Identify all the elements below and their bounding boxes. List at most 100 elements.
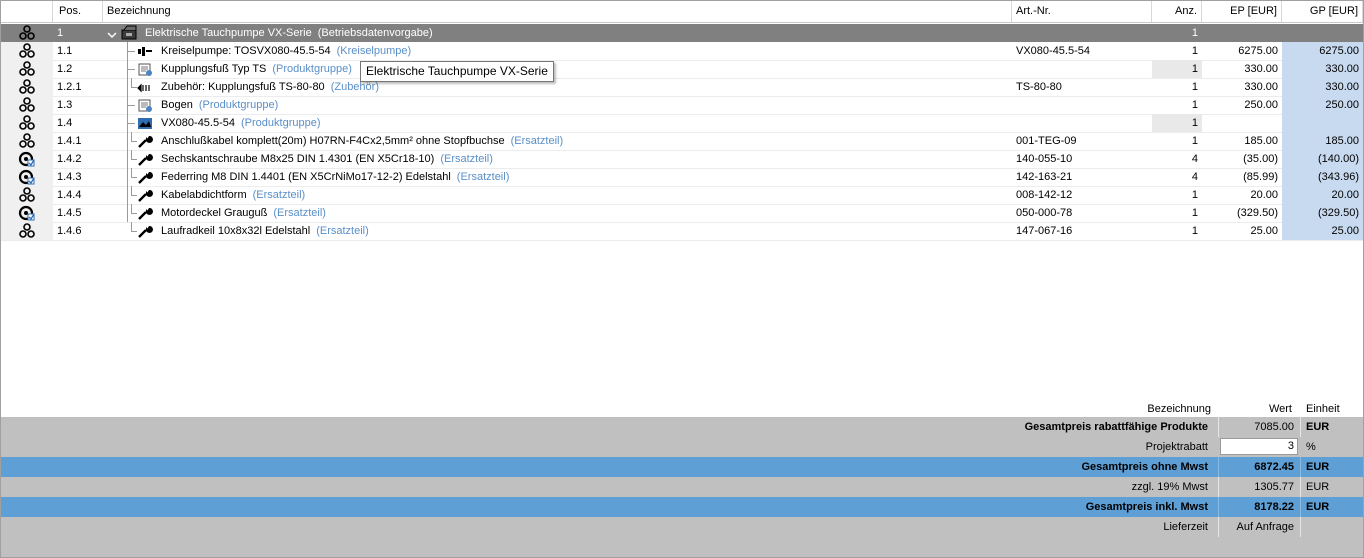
row-pos: 1.4.2 — [57, 153, 82, 165]
chain-icon — [1, 186, 53, 204]
row-anz[interactable]: 1 — [1152, 186, 1202, 204]
summary-label: Gesamtpreis rabattfähige Produkte — [1024, 421, 1208, 433]
row-gp — [1282, 114, 1363, 132]
table-row[interactable]: 1.4.1 Anschlußkabel komplett(20m) H07RN-F… — [1, 132, 1363, 151]
row-group[interactable]: (Ersatzteil) — [511, 135, 564, 147]
row-name: Kupplungsfuß Typ TS — [161, 63, 267, 75]
summary-header-wert: Wert — [1268, 403, 1292, 415]
summary-row-ohne-mwst: Gesamtpreis ohne Mwst 6872.45 EUR — [1, 457, 1363, 477]
header-anz[interactable]: Anz. — [1152, 1, 1202, 22]
row-ep: 250.00 — [1244, 99, 1278, 111]
row-artnr: 140-055-10 — [1016, 153, 1073, 165]
header-pos[interactable]: Pos. — [53, 1, 103, 22]
row-gp: 250.00 — [1282, 96, 1363, 114]
row-gp: 6275.00 — [1282, 42, 1363, 60]
row-pos: 1.1 — [57, 45, 73, 57]
summary-label: Gesamtpreis inkl. Mwst — [1085, 501, 1208, 513]
table-row[interactable]: 1.4.4 Kabelabdichtform (Ersatzteil) 008-142… — [1, 186, 1363, 205]
summary-row-rabattfaehig: Gesamtpreis rabattfähige Produkte 7085.0… — [1, 417, 1363, 437]
row-anz[interactable]: 1 — [1152, 60, 1202, 78]
checked-icon — [1, 168, 53, 186]
row-anz[interactable]: 4 — [1152, 150, 1202, 168]
wrench-icon — [137, 187, 153, 203]
table-row[interactable]: 1.2.1 Zubehör: Kupplungsfuß TS-80-80 (Zube… — [1, 78, 1363, 97]
row-pos: 1 — [57, 27, 64, 39]
row-ep: 185.00 — [1244, 135, 1278, 147]
row-group[interactable]: (Produktgruppe) — [199, 99, 279, 111]
table-row[interactable]: 1 Elektrische Tauchpumpe VX-Serie (Betrie… — [1, 24, 1363, 42]
table-row[interactable]: 1.4.2 Sechskantschraube M8x25 DIN 1.4301 … — [1, 150, 1363, 169]
row-gp — [1282, 24, 1363, 42]
row-ep: 25.00 — [1250, 225, 1278, 237]
summary-value: Auf Anfrage — [1236, 521, 1295, 533]
chain-icon — [1, 78, 53, 96]
header-gp[interactable]: GP [EUR] — [1282, 1, 1363, 22]
header-bezeichnung[interactable]: Bezeichnung — [103, 1, 1012, 22]
checked-icon — [1, 150, 53, 168]
row-artnr: 142-163-21 — [1016, 171, 1073, 183]
header-artnr[interactable]: Art.-Nr. — [1012, 1, 1152, 22]
table-row[interactable]: 1.4.6 Laufradkeil 10x8x32l Edelstahl (Ersa… — [1, 222, 1363, 241]
row-gp: 330.00 — [1282, 60, 1363, 78]
row-anz[interactable]: 1 — [1152, 114, 1202, 132]
row-group[interactable]: (Kreiselpumpe) — [337, 45, 412, 57]
summary-row-projektrabatt: Projektrabatt 3 % — [1, 437, 1363, 457]
row-artnr: 050-000-78 — [1016, 207, 1073, 219]
wrench-icon — [137, 151, 153, 167]
row-pos: 1.4.5 — [57, 207, 82, 219]
row-name: Kreiselpumpe: TOSVX080-45.5-54 — [161, 45, 331, 57]
header-ep[interactable]: EP [EUR] — [1202, 1, 1282, 22]
header-status[interactable] — [1, 1, 53, 22]
row-pos: 1.2 — [57, 63, 73, 75]
row-group[interactable]: (Ersatzteil) — [253, 189, 306, 201]
row-artnr: 001-TEG-09 — [1016, 135, 1077, 147]
row-anz[interactable]: 1 — [1152, 204, 1202, 222]
row-group[interactable]: (Ersatzteil) — [440, 153, 493, 165]
table-row[interactable]: 1.4 VX080-45.5-54 (Produktgruppe) 1 — [1, 114, 1363, 133]
row-anz[interactable]: 1 — [1152, 132, 1202, 150]
bom-window: Pos. Bezeichnung Art.-Nr. Anz. EP [EUR] … — [0, 0, 1364, 558]
row-pos: 1.4.4 — [57, 189, 82, 201]
summary-header-bezeichnung: Bezeichnung — [1147, 403, 1211, 415]
wrench-icon — [137, 205, 153, 221]
summary-label: Gesamtpreis ohne Mwst — [1081, 461, 1208, 473]
table-row[interactable]: 1.1 Kreiselpumpe: TOSVX080-45.5-54 (Kreise… — [1, 42, 1363, 61]
row-gp: 25.00 — [1282, 222, 1363, 240]
chevron-down-icon[interactable] — [107, 28, 117, 38]
row-anz[interactable]: 1 — [1152, 222, 1202, 240]
row-group[interactable]: (Ersatzteil) — [457, 171, 510, 183]
row-anz[interactable]: 4 — [1152, 168, 1202, 186]
row-ep: (35.00) — [1243, 153, 1278, 165]
summary-unit: EUR — [1306, 481, 1330, 493]
wrench-icon — [137, 223, 153, 239]
row-artnr — [1012, 114, 1152, 132]
row-artnr — [1012, 96, 1152, 114]
row-anz[interactable]: 1 — [1152, 42, 1202, 60]
table-row[interactable]: 1.4.5 Motordeckel Grauguß (Ersatzteil) 050-… — [1, 204, 1363, 223]
table-row[interactable]: 1.4.3 Federring M8 DIN 1.4401 (EN X5CrNiM… — [1, 168, 1363, 187]
table-row[interactable]: 1.3 Bogen (Produktgruppe) 1 250.00 250.00 — [1, 96, 1363, 115]
summary-unit: EUR — [1306, 421, 1330, 433]
row-artnr: 147-067-16 — [1016, 225, 1073, 237]
row-name: Zubehör: Kupplungsfuß TS-80-80 — [161, 81, 325, 93]
summary-value: 6872.45 — [1254, 461, 1294, 473]
summary-header: Bezeichnung Wert Einheit — [1, 399, 1363, 419]
chain-icon — [1, 96, 53, 114]
chain-icon — [1, 60, 53, 78]
summary-row-mwst: zzgl. 19% Mwst 1305.77 EUR — [1, 477, 1363, 497]
row-group[interactable]: (Produktgruppe) — [241, 117, 321, 129]
table-row[interactable]: 1.2 Kupplungsfuß Typ TS (Produktgruppe) 1 33… — [1, 60, 1363, 79]
row-group[interactable]: (Zubehör) — [331, 81, 379, 93]
row-group[interactable]: (Produktgruppe) — [272, 63, 352, 75]
pump-image-icon — [137, 115, 153, 131]
row-group[interactable]: (Ersatzteil) — [316, 225, 369, 237]
row-anz[interactable]: 1 — [1152, 96, 1202, 114]
row-gp: 185.00 — [1282, 132, 1363, 150]
checked-icon — [1, 204, 53, 222]
row-group[interactable]: (Ersatzteil) — [273, 207, 326, 219]
row-name: Federring M8 DIN 1.4401 (EN X5CrNiMo17-1… — [161, 171, 451, 183]
row-anz[interactable]: 1 — [1152, 78, 1202, 96]
row-name: Kabelabdichtform — [161, 189, 247, 201]
projektrabatt-input[interactable]: 3 — [1220, 438, 1298, 455]
row-name: VX080-45.5-54 — [161, 117, 235, 129]
